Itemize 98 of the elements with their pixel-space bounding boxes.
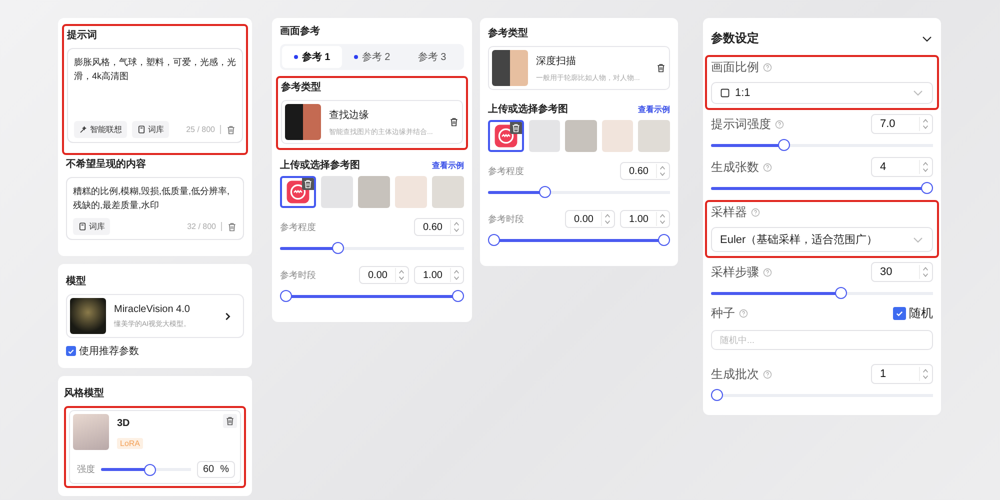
slider-thumb[interactable] (778, 139, 790, 151)
number-field[interactable]: 1.00 (620, 210, 670, 228)
field-value: 60 (202, 464, 214, 475)
photo-placeholder (70, 298, 106, 334)
number-field[interactable]: 30 (871, 262, 933, 282)
slider-label: 参考程度 (488, 164, 525, 178)
image-tile[interactable] (488, 120, 524, 152)
number-field[interactable]: 0.00 (565, 210, 615, 228)
checkbox-label: 随机 (909, 305, 933, 322)
tag: LoRA (117, 438, 144, 449)
slider-label: 强度 (77, 463, 95, 476)
model-name: MiracleVision 4.0 (114, 304, 191, 314)
setting-label: 采样器 (711, 204, 747, 221)
photo-placeholder (73, 414, 109, 450)
text-area[interactable]: 膨胀风格，气球，塑料，可爱，光感，光滑，4k高清图 智能联想 词库 25 / 800 (67, 48, 243, 143)
book-icon (78, 222, 87, 231)
tool-button[interactable]: 智能联想 (74, 121, 127, 138)
chevron-right-icon[interactable] (223, 312, 232, 320)
prompt-text[interactable]: 糟糕的比例,模糊,毁损,低质量,低分辨率,残缺的,最差质量,水印 (73, 184, 237, 214)
type-name: 查找边缘 (329, 108, 370, 122)
seed-field[interactable]: 随机中... (711, 330, 933, 350)
slider-thumb[interactable] (711, 389, 723, 401)
stepper-icon[interactable] (919, 265, 929, 279)
stepper-icon[interactable] (919, 117, 929, 131)
slider-thumb[interactable] (834, 287, 847, 299)
select-field[interactable]: Euler（基础采样，适合范围广） (711, 227, 933, 252)
model-name: 3D (117, 418, 131, 429)
number-field[interactable]: 1.00 (414, 266, 464, 284)
stepper-icon[interactable] (656, 164, 666, 178)
select-value: 1:1 (735, 87, 752, 99)
section-title: 上传或选择参考图 (280, 158, 360, 172)
select-field[interactable]: 1:1 (711, 82, 933, 104)
checkbox-label: 使用推荐参数 (79, 344, 139, 358)
number-field[interactable]: 4 (871, 157, 933, 177)
tool-button[interactable]: 词库 (132, 121, 169, 138)
slider-thumb[interactable] (280, 290, 292, 302)
slider-label: 参考时段 (280, 268, 317, 282)
example-link[interactable]: 查看示例 (638, 104, 670, 114)
slider-label: 参考时段 (488, 212, 525, 226)
select-value: Euler（基础采样，适合范围广） (720, 232, 879, 247)
type-name: 深度扫描 (536, 54, 577, 68)
setting-label: 种子 (711, 305, 735, 322)
slider-thumb[interactable] (539, 186, 551, 198)
stepper-icon[interactable] (919, 367, 929, 381)
slider-thumb[interactable] (144, 464, 156, 476)
section-title: 提示词 (67, 28, 98, 42)
unit-label: % (220, 464, 229, 475)
text-area[interactable]: 糟糕的比例,模糊,毁损,低质量,低分辨率,残缺的,最差质量,水印 词库 32 / 800 (66, 177, 244, 240)
slider-thumb[interactable] (658, 234, 670, 246)
style-card[interactable]: 3D LoRA 强度 60 % (69, 410, 241, 484)
slider-thumb[interactable] (452, 290, 464, 302)
tab[interactable]: 参考 2 (342, 46, 402, 68)
setting-label: 生成批次 (711, 366, 759, 382)
section-title: 参考类型 (281, 80, 322, 94)
checkbox[interactable] (893, 307, 906, 320)
setting-label: 画面比例 (711, 59, 759, 76)
wand-icon (79, 125, 88, 134)
number-field[interactable]: 60 % (196, 461, 235, 478)
number-field[interactable]: 1 (871, 364, 933, 384)
number-field[interactable]: 0.60 (414, 218, 464, 236)
character-count: 25 / 800 (186, 125, 215, 134)
stepper-icon[interactable] (601, 212, 611, 226)
example-link[interactable]: 查看示例 (432, 160, 464, 170)
stepper-icon[interactable] (656, 212, 666, 226)
image-tile[interactable] (280, 176, 316, 208)
trash-icon[interactable] (656, 63, 666, 73)
section-title: 风格模型 (64, 386, 105, 400)
setting-label: 生成张数 (711, 158, 759, 176)
character-count: 32 / 800 (187, 222, 216, 231)
slider-label: 参考程度 (280, 220, 317, 234)
stepper-icon[interactable] (395, 268, 405, 282)
setting-label: 提示词强度 (711, 116, 771, 132)
number-field[interactable]: 0.60 (620, 162, 670, 180)
section-title: 参数设定 (711, 30, 759, 47)
stepper-icon[interactable] (450, 268, 460, 282)
book-icon (137, 125, 146, 134)
trash-icon[interactable] (449, 117, 459, 127)
tool-button[interactable]: 词库 (73, 218, 110, 235)
slider-thumb[interactable] (488, 234, 500, 246)
prompt-text[interactable]: 膨胀风格，气球，塑料，可爱，光感，光滑，4k高清图 (74, 55, 236, 117)
checkbox[interactable] (66, 346, 76, 356)
photo-placeholder (492, 50, 528, 86)
section-title: 上传或选择参考图 (488, 102, 568, 116)
section-title: 画面参考 (280, 24, 321, 38)
number-field[interactable]: 0.00 (359, 266, 409, 284)
section-title: 不希望呈现的内容 (66, 157, 147, 171)
checkmark-icon (895, 309, 904, 318)
section-title: 模型 (66, 274, 87, 288)
stepper-icon[interactable] (919, 160, 929, 174)
tab[interactable]: 参考 3 (402, 46, 462, 68)
slider-thumb[interactable] (332, 242, 344, 254)
slider-thumb[interactable] (921, 182, 933, 194)
number-field[interactable]: 7.0 (871, 114, 933, 134)
tab[interactable]: 参考 1 (282, 46, 342, 68)
photo-placeholder (285, 104, 321, 140)
setting-label: 采样步骤 (711, 264, 759, 280)
section-title: 参考类型 (488, 26, 529, 40)
stepper-icon[interactable] (450, 220, 460, 234)
